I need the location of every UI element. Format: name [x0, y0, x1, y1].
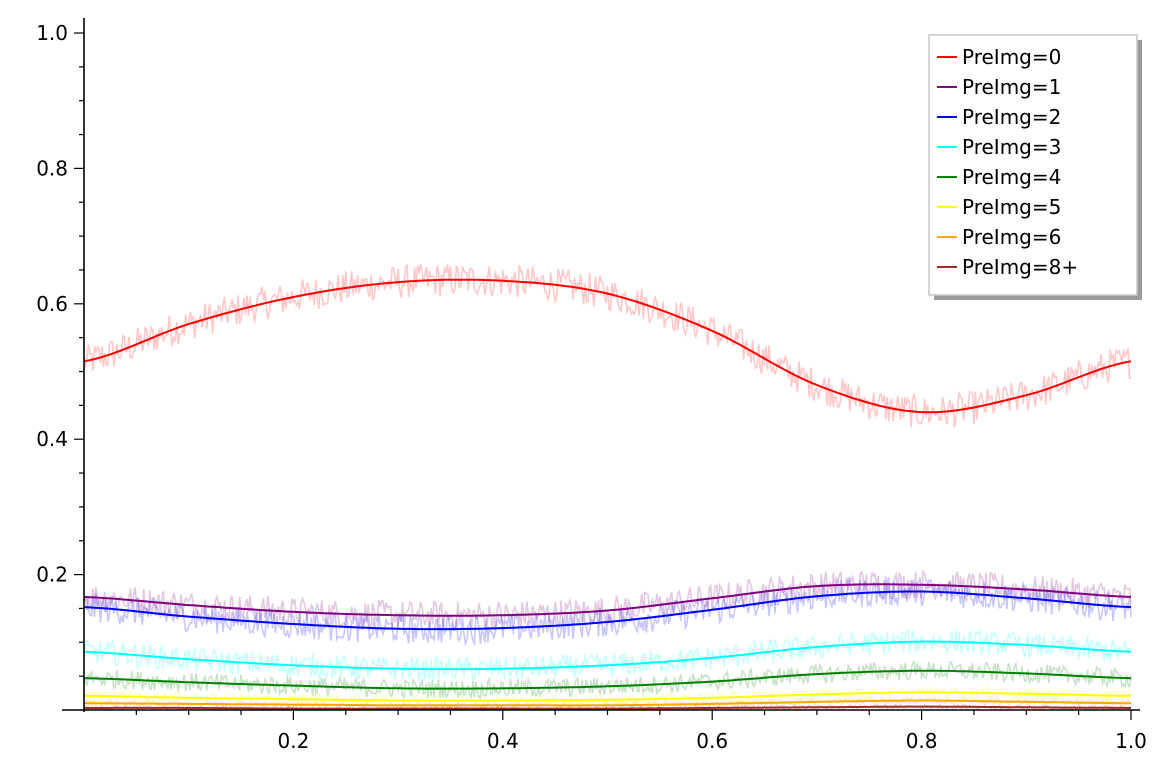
legend-label: PreImg=3	[962, 135, 1061, 159]
legend-label: PreImg=8+	[962, 255, 1078, 279]
legend-label: PreImg=2	[962, 105, 1061, 129]
x-tick-label: 0.2	[277, 729, 309, 753]
x-tick-label: 0.6	[696, 729, 728, 753]
legend-label: PreImg=6	[962, 225, 1061, 249]
y-tick-label: 0.4	[36, 427, 68, 451]
x-tick-label: 0.4	[487, 729, 519, 753]
legend: PreImg=0 PreImg=1 PreImg=2 PreImg=3 PreImg=4…	[928, 34, 1142, 300]
legend-label: PreImg=1	[962, 75, 1061, 99]
legend-label: PreImg=4	[962, 165, 1061, 189]
y-tick-label: 0.6	[36, 292, 68, 316]
legend-label: PreImg=0	[962, 45, 1061, 69]
x-tick-label: 0.8	[906, 729, 938, 753]
x-tick-label: 1.0	[1115, 729, 1147, 753]
chart: 0.2 0.4 0.6 0.8 1.00.20.40.60.81.0 PreImg=0P…	[36, 18, 1147, 753]
legend-label: PreImg=5	[962, 195, 1061, 219]
y-tick-label: 0.8	[36, 156, 68, 180]
y-tick-label: 1.0	[36, 21, 68, 45]
y-tick-label: 0.2	[36, 563, 68, 587]
